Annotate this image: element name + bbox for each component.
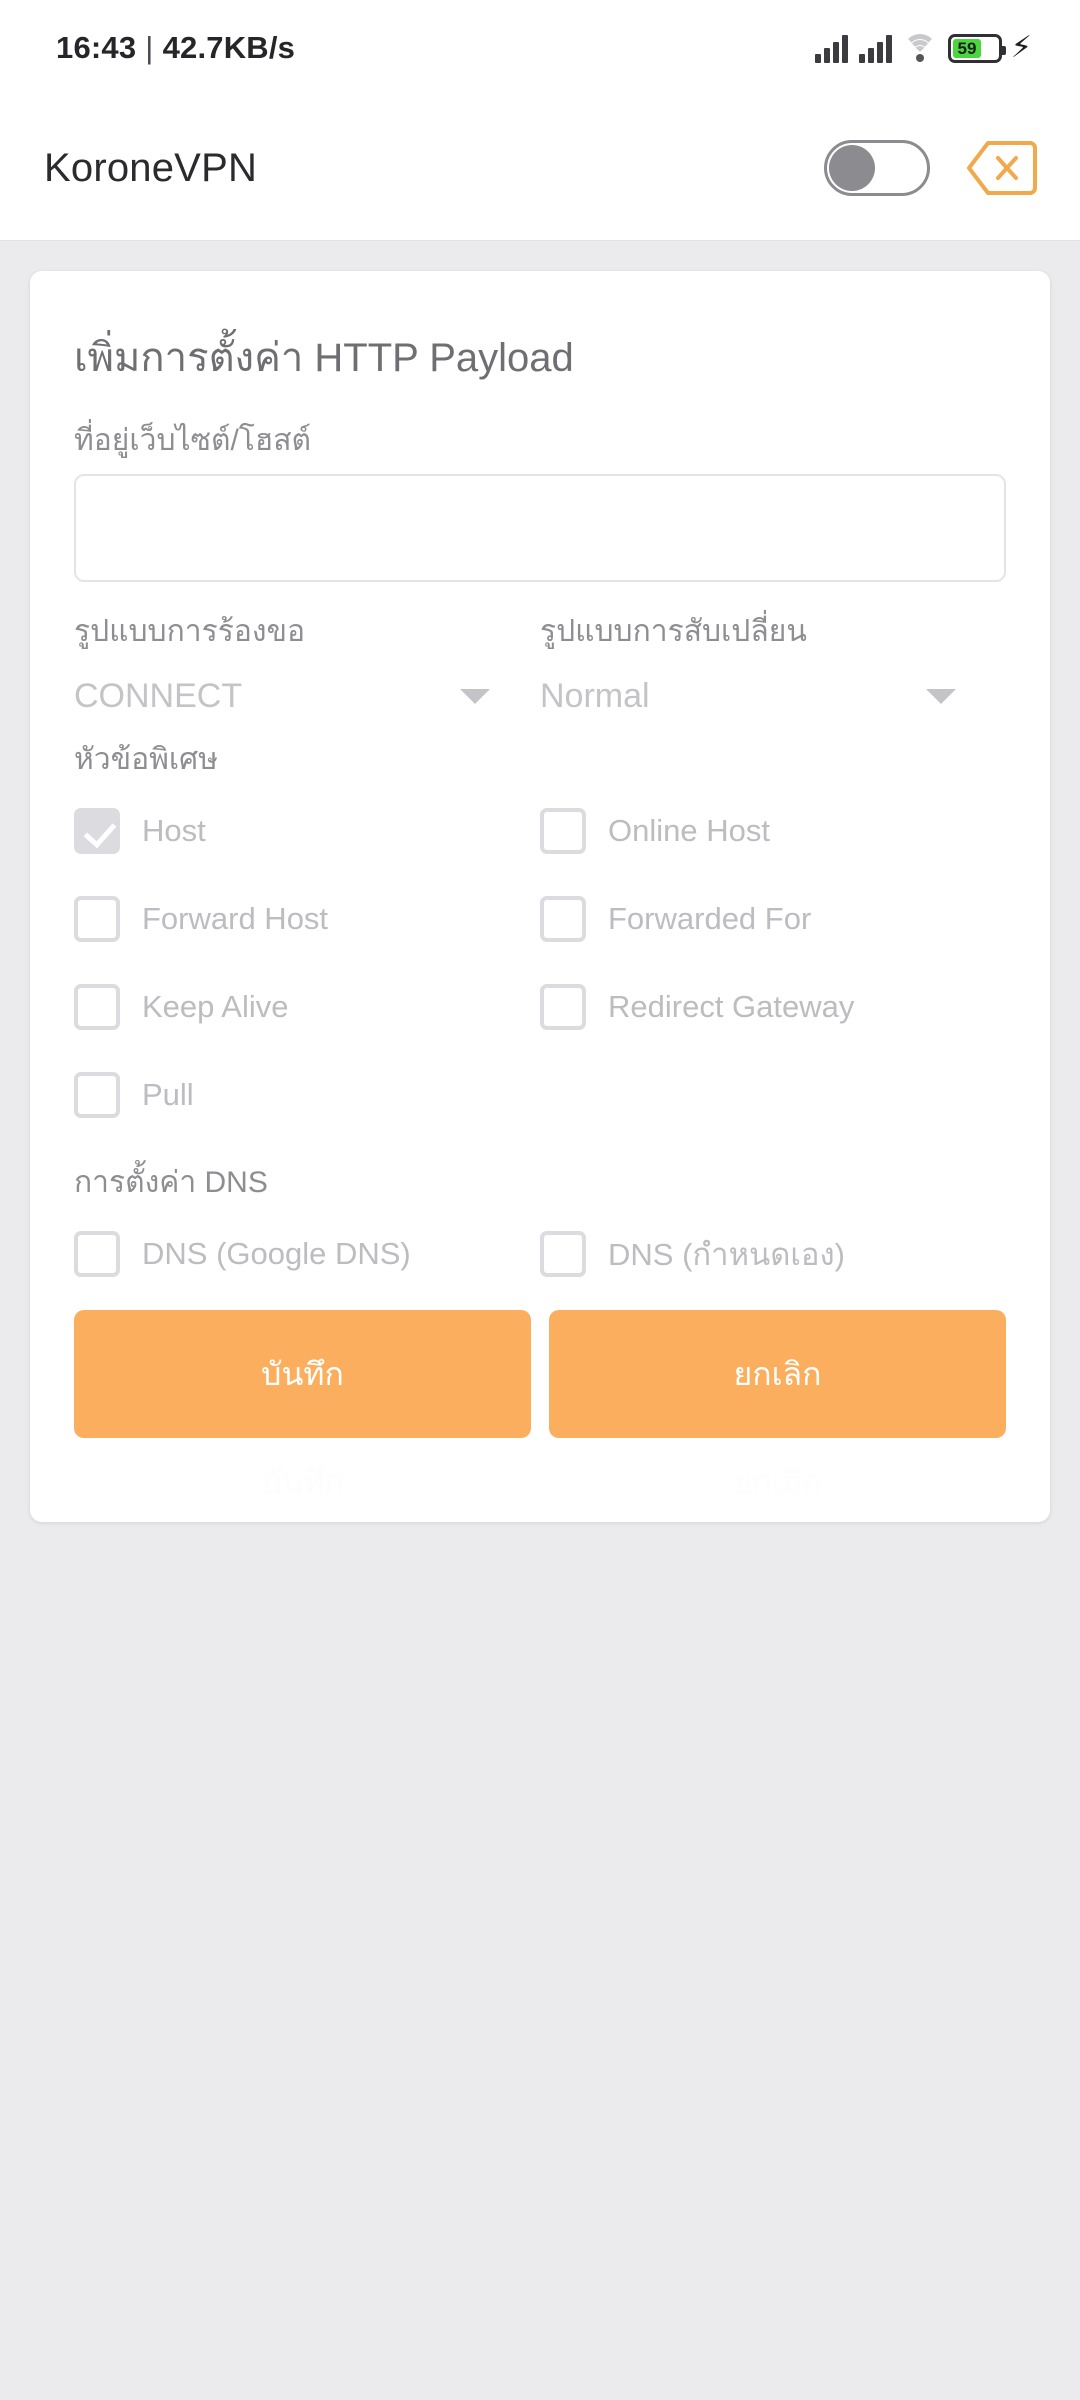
status-time: 16:43 [56,30,137,65]
toggle-knob [829,145,875,191]
battery-icon: 59 [947,33,1006,63]
checkbox-label: Redirect Gateway [608,989,855,1024]
request-method-value: CONNECT [74,677,243,715]
checkbox-unchecked-icon[interactable] [540,808,586,854]
checkbox-row[interactable]: Keep Alive [74,963,540,1051]
vpn-connection-toggle[interactable] [824,140,930,196]
checkbox-unchecked-icon[interactable] [540,896,586,942]
request-method-column: รูปแบบการร้องขอ CONNECT [74,608,540,716]
checkbox-label: Forwarded For [608,901,812,936]
action-button-echo-row: บันทึก ยกเลิก [74,1442,1006,1522]
special-headers-label: หัวข้อพิเศษ [74,743,218,776]
request-method-dropdown[interactable]: CONNECT [74,677,508,716]
checkbox-label: Forward Host [142,901,329,936]
status-separator: | [145,30,154,65]
app-title: KoroneVPN [44,145,258,190]
checkbox-unchecked-icon[interactable] [540,984,586,1030]
signal-icon [814,33,848,63]
status-bar: 16:43 | 42.7KB/s 59 ⚡ [0,0,1080,96]
signal-icon [858,33,892,63]
switch-method-value: Normal [540,677,650,715]
charging-bolt-icon: ⚡ [1010,31,1032,64]
save-button[interactable]: บันทึก [74,1310,531,1438]
checkbox-row[interactable]: DNS (กำหนดเอง) [540,1210,1006,1298]
special-headers-group: Host Online Host Forward Host Forwarded For… [74,787,1006,1139]
checkbox-row[interactable]: Host [74,787,540,875]
checkbox-row[interactable]: Redirect Gateway [540,963,1006,1051]
host-field-label: ที่อยู่เว็บไซต์/โฮสต์ [74,424,311,457]
checkbox-unchecked-icon[interactable] [74,1231,120,1277]
switch-method-dropdown[interactable]: Normal [540,677,974,716]
status-bar-right: 59 ⚡ [814,31,1032,64]
checkbox-label: Host [142,813,206,848]
checkbox-row[interactable]: Pull [74,1051,540,1139]
checkbox-label: Online Host [608,813,770,848]
chevron-down-icon [926,689,956,704]
checkbox-unchecked-icon[interactable] [74,896,120,942]
status-network-speed: 42.7KB/s [162,30,296,65]
checkbox-row[interactable]: Forward Host [74,875,540,963]
checkbox-row[interactable]: Online Host [540,787,1006,875]
http-payload-settings-card: เพิ่มการตั้งค่า HTTP Payload ที่อยู่เว็บ… [30,271,1050,1522]
checkbox-checked-icon[interactable] [74,808,120,854]
switch-method-column: รูปแบบการสับเปลี่ยน Normal [540,608,1006,716]
method-dropdown-row: รูปแบบการร้องขอ CONNECT รูปแบบการสับเปลี… [74,608,1006,716]
dns-settings-label: การตั้งค่า DNS [74,1166,268,1199]
checkbox-label: DNS (กำหนดเอง) [608,1237,845,1272]
close-x-icon[interactable] [966,140,1038,196]
checkbox-label: Keep Alive [142,989,289,1024]
page-body: เพิ่มการตั้งค่า HTTP Payload ที่อยู่เว็บ… [0,241,1080,1552]
app-bar: KoroneVPN [0,96,1080,241]
battery-percent-label: 59 [957,38,977,58]
wifi-icon [902,33,937,63]
status-bar-left: 16:43 | 42.7KB/s [56,30,295,66]
host-input[interactable] [74,474,1006,582]
switch-method-label: รูปแบบการสับเปลี่ยน [540,615,807,648]
checkbox-label: Pull [142,1077,194,1112]
checkbox-unchecked-icon[interactable] [540,1231,586,1277]
app-bar-actions [824,140,1038,196]
action-button-row: บันทึก ยกเลิก [74,1310,1006,1438]
save-button-echo: บันทึก [261,1463,344,1500]
checkbox-label: DNS (Google DNS) [142,1236,411,1271]
checkbox-unchecked-icon[interactable] [74,1072,120,1118]
checkbox-row[interactable]: Forwarded For [540,875,1006,963]
request-method-label: รูปแบบการร้องขอ [74,615,306,648]
checkbox-unchecked-icon[interactable] [74,984,120,1030]
checkbox-row[interactable]: DNS (Google DNS) [74,1210,540,1298]
chevron-down-icon [460,689,490,704]
dns-settings-group: DNS (Google DNS) DNS (กำหนดเอง) [74,1210,1006,1298]
cancel-button-echo: ยกเลิก [733,1463,822,1500]
cancel-button[interactable]: ยกเลิก [549,1310,1006,1438]
card-title: เพิ่มการตั้งค่า HTTP Payload [74,336,574,380]
